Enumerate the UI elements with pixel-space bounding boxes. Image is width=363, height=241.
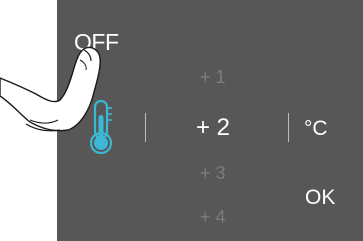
divider-left <box>145 113 146 142</box>
unit-celsius-button[interactable]: °C <box>304 118 328 139</box>
level-option-4[interactable]: + 4 <box>200 208 226 226</box>
divider-right <box>288 113 289 142</box>
ok-button[interactable]: OK <box>305 187 335 208</box>
level-option-3[interactable]: + 3 <box>200 164 226 182</box>
off-button[interactable]: OFF <box>74 31 119 54</box>
level-option-1[interactable]: + 1 <box>200 68 226 86</box>
level-option-2-selected[interactable]: + 2 <box>196 116 230 140</box>
thermostat-screen: OFF + 1 + 2 + 3 + 4 °C OK <box>0 0 363 241</box>
thermometer-icon <box>89 99 113 155</box>
